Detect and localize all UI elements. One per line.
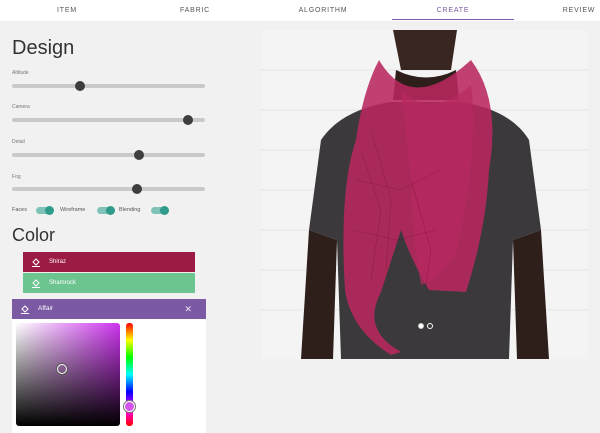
toggle-knob [45, 206, 54, 215]
toggle-label-blending: Blending [119, 207, 141, 213]
close-icon[interactable]: ✕ [184, 299, 192, 319]
paint-bucket-icon [21, 305, 29, 314]
toggle-blending[interactable] [151, 206, 169, 215]
slider-camera[interactable] [12, 118, 205, 122]
hue-marker[interactable] [124, 401, 135, 412]
swatch-name: Shiraz [49, 259, 67, 265]
toggle-knob [160, 206, 169, 215]
tab-create[interactable]: CREATE [420, 0, 486, 21]
top-tab-bar: ITEM FABRIC ALGORITHM CREATE REVIEW [0, 0, 600, 21]
saturation-value-area[interactable] [16, 323, 120, 426]
toggle-label-faces: Faces [12, 207, 27, 213]
slider-detail[interactable] [12, 153, 205, 157]
toggle-faces[interactable] [36, 206, 54, 215]
color-picker-header: Affair ✕ [12, 299, 206, 319]
design-heading: Design [12, 37, 75, 59]
color-heading: Color [12, 225, 56, 245]
paint-bucket-icon [32, 258, 40, 267]
active-tab-underline [392, 19, 514, 20]
slider-thumb-altitude[interactable] [74, 81, 85, 91]
slider-label-fog: Fog [12, 174, 21, 180]
slider-label-altitude: Altitude [12, 70, 29, 76]
slider-fog[interactable] [12, 187, 205, 191]
color-swatch-shamrock[interactable]: Shamrock [23, 273, 195, 293]
carousel-dot[interactable] [418, 323, 424, 329]
toggle-wireframe[interactable] [97, 206, 115, 215]
carousel-dot[interactable] [427, 323, 433, 329]
paint-bucket-icon [32, 279, 40, 288]
swatch-name: Shamrock [49, 280, 77, 286]
saturation-marker[interactable] [57, 364, 67, 374]
scarf-model-image [261, 30, 588, 359]
slider-thumb-detail[interactable] [134, 150, 145, 160]
color-picker: Affair ✕ [12, 299, 206, 433]
toggle-label-wireframe: Wireframe [60, 207, 86, 213]
picker-color-name: Affair [38, 305, 54, 312]
color-swatch-shiraz[interactable]: Shiraz [23, 252, 195, 272]
slider-label-detail: Detail [12, 139, 25, 145]
tab-review[interactable]: REVIEW [556, 0, 600, 21]
slider-altitude[interactable] [12, 84, 205, 88]
slider-thumb-camera[interactable] [182, 115, 193, 125]
slider-label-camera: Camera [12, 104, 30, 110]
tab-fabric[interactable]: FABRIC [170, 0, 220, 21]
product-preview [261, 30, 588, 359]
tab-algorithm[interactable]: ALGORITHM [290, 0, 356, 21]
tab-item[interactable]: ITEM [42, 0, 92, 21]
slider-thumb-fog[interactable] [132, 184, 143, 194]
toggle-knob [106, 206, 115, 215]
